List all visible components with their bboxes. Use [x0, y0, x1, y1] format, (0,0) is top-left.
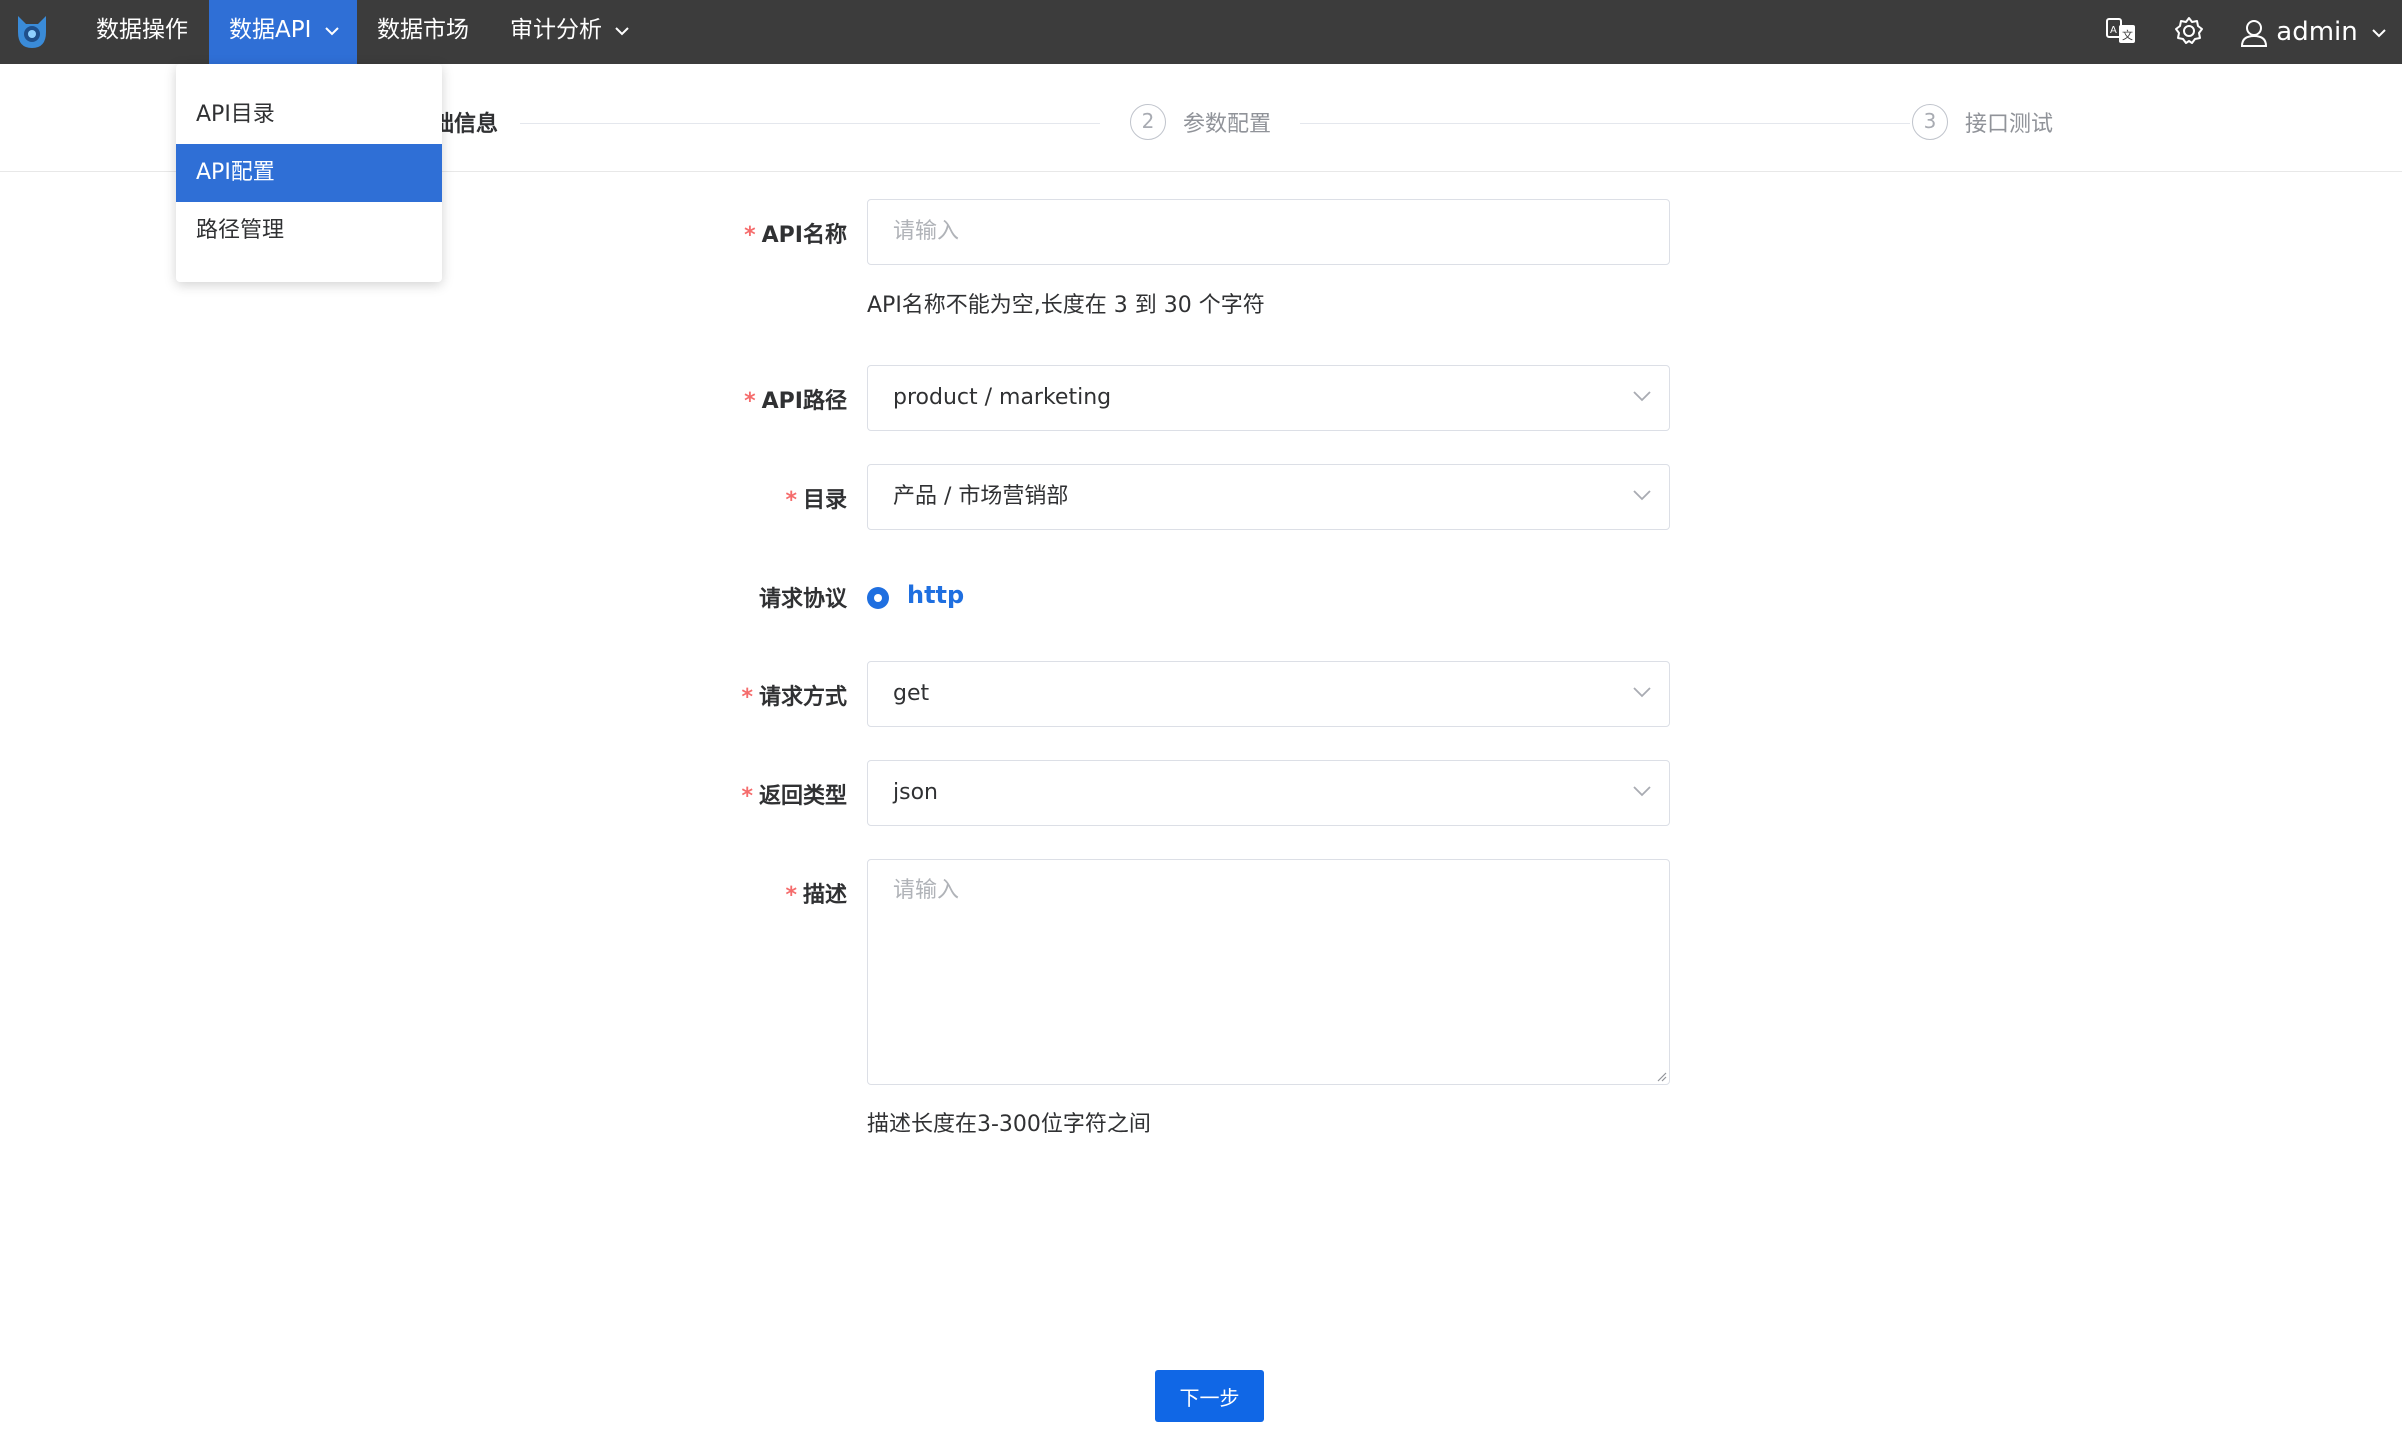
- chevron-down-icon: [2372, 28, 2386, 37]
- method-select[interactable]: get: [867, 661, 1670, 727]
- step-connector: [1300, 123, 1910, 124]
- translate-icon[interactable]: A 文: [2104, 14, 2138, 48]
- description-hint: 描述长度在3-300位字符之间: [867, 1112, 1151, 1137]
- api-name-label: * API名称: [744, 223, 847, 248]
- chevron-down-icon: [1633, 786, 1651, 797]
- step-2-number: 2: [1130, 104, 1166, 140]
- chevron-down-icon: [1633, 391, 1651, 402]
- nav-data-api[interactable]: 数据API: [209, 0, 357, 64]
- user-icon: [2240, 19, 2268, 47]
- return-type-label: * 返回类型: [741, 784, 847, 809]
- svg-text:文: 文: [2122, 28, 2133, 42]
- user-name: admin: [2276, 17, 2358, 47]
- chevron-down-icon: [615, 26, 630, 35]
- step-2-title: 参数配置: [1183, 112, 1272, 137]
- catalog-select[interactable]: 产品 / 市场营销部: [867, 464, 1670, 530]
- app-logo-icon[interactable]: [12, 10, 52, 52]
- protocol-radio-http[interactable]: [867, 587, 889, 609]
- description-label: * 描述: [785, 883, 847, 908]
- api-path-label: * API路径: [744, 389, 847, 414]
- method-value: get: [893, 681, 930, 706]
- description-placeholder: 请输入: [893, 878, 960, 903]
- menu-item-path-management[interactable]: 路径管理: [176, 202, 442, 260]
- menu-item-api-config[interactable]: API配置: [176, 144, 442, 202]
- top-nav-bar: 数据操作 数据API 数据市场 审计分析 A 文 admin: [0, 0, 2402, 64]
- step-connector: [520, 123, 1100, 124]
- api-path-select[interactable]: product / marketing: [867, 365, 1670, 431]
- data-api-dropdown-menu: API目录 API配置 路径管理: [176, 64, 442, 282]
- nav-audit-analysis[interactable]: 审计分析: [496, 0, 643, 64]
- api-name-hint: API名称不能为空,长度在 3 到 30 个字符: [867, 293, 1265, 318]
- chevron-down-icon: [1633, 687, 1651, 698]
- user-menu[interactable]: admin: [2240, 0, 2386, 64]
- api-path-value: product / marketing: [893, 385, 1112, 410]
- catalog-value: 产品 / 市场营销部: [893, 484, 1069, 509]
- chevron-down-icon: [324, 26, 339, 35]
- return-type-select[interactable]: json: [867, 760, 1670, 826]
- protocol-radio-label[interactable]: http: [907, 581, 964, 609]
- step-3-number: 3: [1912, 104, 1948, 140]
- step-3-title: 接口测试: [1965, 112, 2054, 137]
- next-step-button[interactable]: 下一步: [1155, 1370, 1264, 1422]
- nav-data-market[interactable]: 数据市场: [363, 0, 483, 64]
- protocol-label: 请求协议: [758, 587, 847, 612]
- chevron-down-icon: [1633, 490, 1651, 501]
- description-textarea[interactable]: 请输入: [867, 859, 1670, 1085]
- method-label: * 请求方式: [741, 685, 847, 710]
- catalog-label: * 目录: [785, 488, 847, 513]
- resize-handle-icon[interactable]: [1655, 1070, 1667, 1082]
- nav-data-operation[interactable]: 数据操作: [82, 0, 202, 64]
- menu-item-api-catalog[interactable]: API目录: [176, 86, 442, 144]
- svg-text:A: A: [2110, 25, 2117, 36]
- settings-gear-icon[interactable]: [2172, 14, 2206, 48]
- return-type-value: json: [893, 780, 938, 805]
- api-name-input[interactable]: 请输入: [867, 199, 1670, 265]
